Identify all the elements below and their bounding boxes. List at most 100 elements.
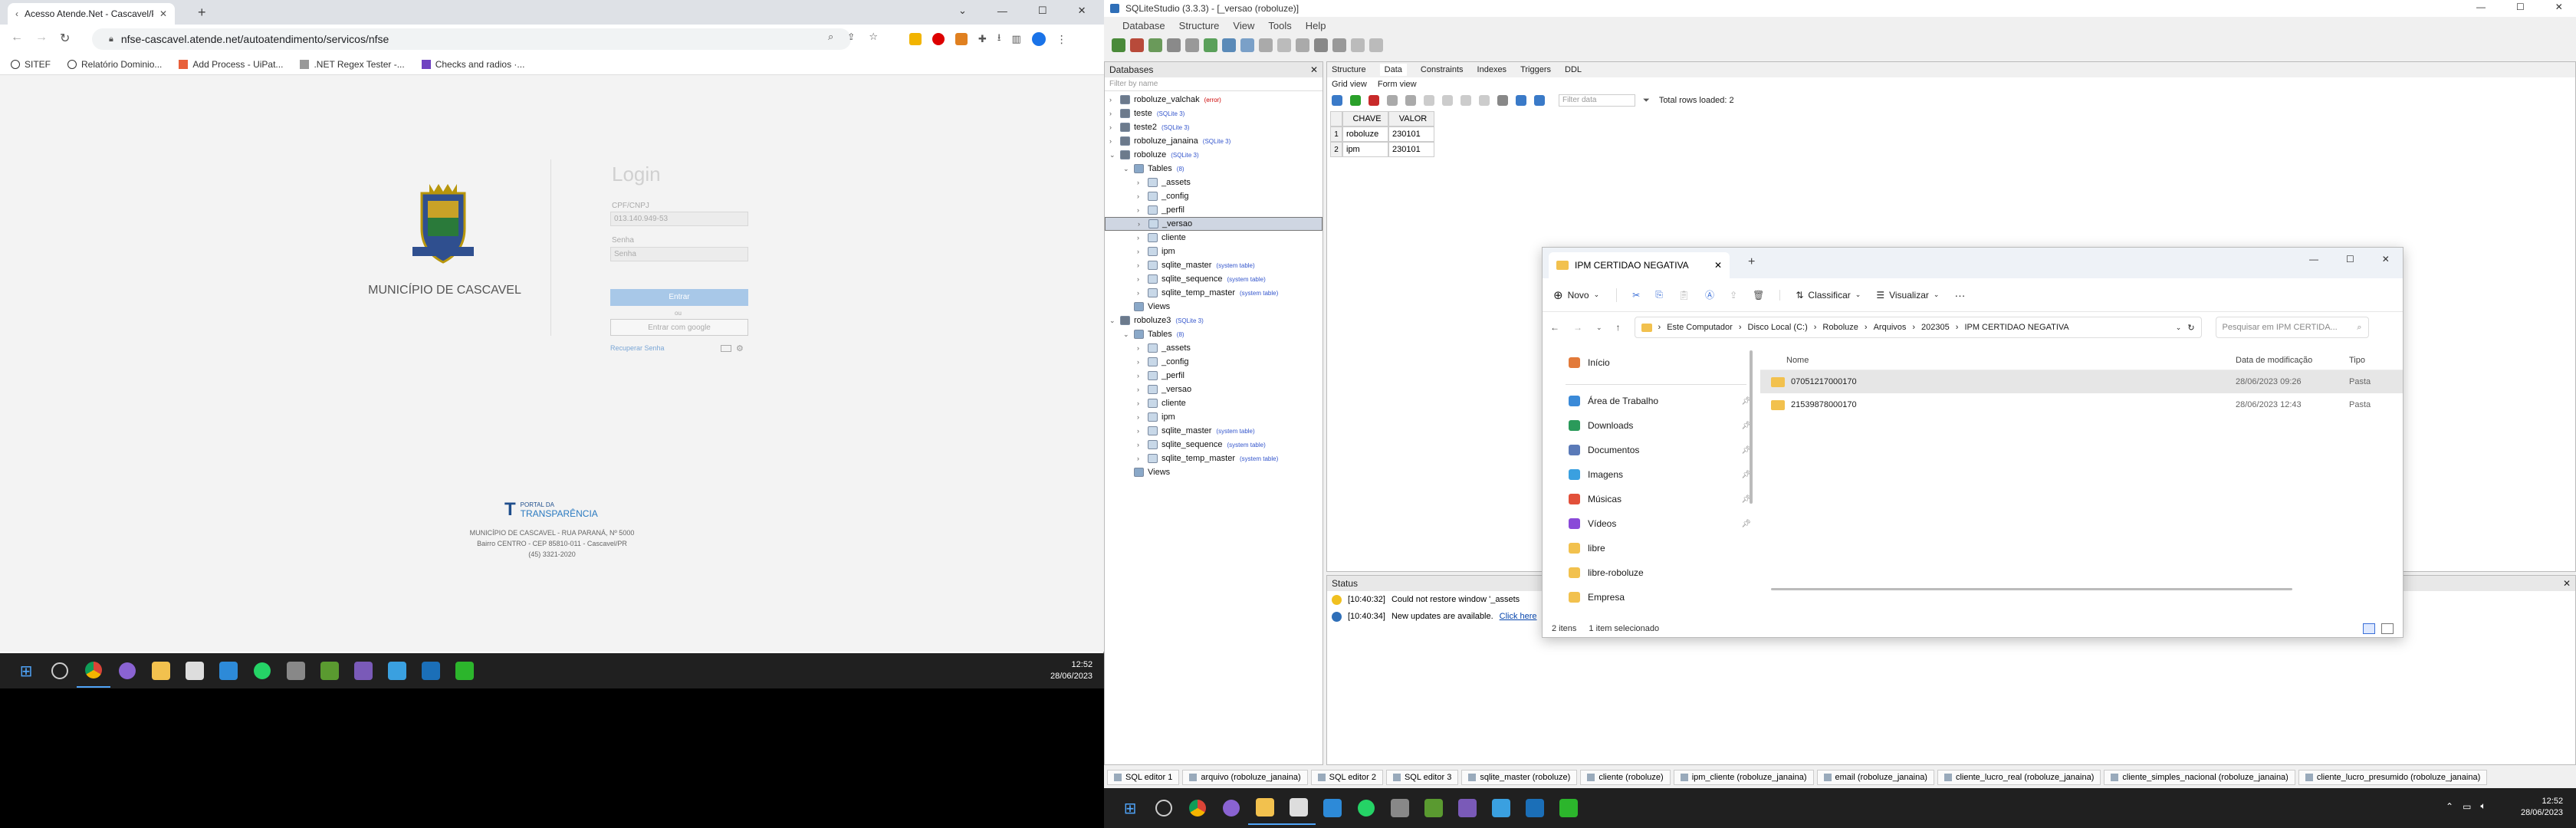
search-input[interactable]: Pesquisar em IPM CERTIDA... ⌕ [2215, 317, 2369, 338]
remove-db-icon[interactable] [1185, 38, 1199, 52]
star-icon[interactable]: ☆ [869, 31, 878, 43]
extension-icon[interactable] [955, 33, 968, 45]
new-button[interactable]: ⊕ Novo ⌄ [1553, 288, 1618, 302]
tree-item[interactable]: › _versao [1105, 383, 1322, 396]
chevron-right-icon[interactable]: › [1137, 455, 1148, 462]
chevron-right-icon[interactable]: › [1137, 372, 1148, 380]
taskbar-app[interactable] [414, 654, 448, 688]
chevron-down-icon[interactable]: ⌄ [1123, 165, 1134, 173]
chevron-right-icon[interactable]: › [1137, 234, 1148, 242]
puzzle-icon[interactable]: ✚ [978, 33, 987, 45]
refresh-icon[interactable] [1204, 38, 1217, 52]
window-cascade-icon[interactable] [1369, 38, 1383, 52]
tab-indexes[interactable]: Indexes [1477, 65, 1507, 74]
connect-db-icon[interactable] [1112, 38, 1125, 52]
horizontal-scrollbar[interactable] [1771, 588, 2292, 590]
tab-constraints[interactable]: Constraints [1421, 65, 1464, 74]
breadcrumb-item[interactable]: Este Computador [1667, 323, 1733, 332]
commit-icon[interactable] [1387, 95, 1398, 106]
table-edit-icon[interactable] [1240, 38, 1254, 52]
chevron-right-icon[interactable]: › [1137, 275, 1148, 283]
table-icon[interactable] [1222, 38, 1236, 52]
taskbar-app[interactable] [1552, 791, 1585, 825]
maximize-icon[interactable]: ☐ [2516, 2, 2525, 12]
tree-item[interactable]: › _perfil [1105, 369, 1322, 383]
menu-tools[interactable]: Tools [1268, 20, 1291, 31]
chevron-up-icon[interactable]: ⌃ [2446, 801, 2453, 812]
tiles-view-icon[interactable] [2381, 623, 2394, 634]
chevron-right-icon[interactable]: › [1137, 206, 1148, 214]
filter-icon[interactable]: ⏷ [1643, 96, 1650, 106]
tree-item[interactable]: › _assets [1105, 341, 1322, 355]
filter-data-input[interactable]: Filter data [1559, 94, 1635, 107]
tree-item[interactable]: › ipm [1105, 245, 1322, 258]
first-page-icon[interactable] [1424, 95, 1434, 106]
trigger-icon[interactable] [1277, 38, 1291, 52]
taskbar-app[interactable] [1451, 791, 1484, 825]
view-icon[interactable] [1296, 38, 1309, 52]
search-icon[interactable]: ⌕ [828, 31, 833, 43]
login-button[interactable]: Entrar [610, 289, 748, 306]
view-button[interactable]: ☰ Visualizar ⌄ [1876, 290, 1939, 301]
bookmark-item[interactable]: .NET Regex Tester -... [300, 59, 405, 70]
password-input[interactable]: Senha [610, 247, 748, 261]
menu-icon[interactable]: ⋮ [1056, 33, 1067, 46]
nav-item[interactable]: Imagens 📌︎ [1543, 462, 1754, 487]
taskbar-app[interactable] [380, 654, 414, 688]
sql-editor-icon[interactable] [1314, 38, 1328, 52]
recent-icon[interactable]: ⌄ [1596, 324, 1602, 332]
close-icon[interactable]: ✕ [2563, 578, 2571, 589]
cpf-input[interactable]: 013.140.949-53 [610, 212, 748, 226]
window-tab[interactable]: cliente_simples_nacional (roboluze_janai… [2104, 770, 2295, 785]
chevron-right-icon[interactable]: › [1137, 358, 1148, 366]
taskbar-app[interactable] [77, 654, 110, 688]
breadcrumb-item[interactable]: Disco Local (C:) [1748, 323, 1808, 332]
close-icon[interactable]: ✕ [1310, 64, 1318, 75]
close-icon[interactable]: ✕ [1078, 5, 1086, 17]
chevron-down-icon[interactable]: ⌄ [1109, 317, 1120, 325]
cell[interactable]: roboluze [1342, 127, 1388, 142]
transparency-portal-logo[interactable]: T PORTAL DA TRANSPARÊNCIA [504, 499, 598, 521]
more-icon[interactable]: ··· [1954, 289, 1965, 301]
up-icon[interactable]: ↑ [1616, 322, 1621, 333]
file-row[interactable]: 07051217000170 28/06/2023 09:26 Pasta [1760, 370, 2403, 393]
share-icon[interactable]: ⇪ [847, 31, 855, 42]
tree-item[interactable]: › _config [1105, 189, 1322, 203]
tree-item[interactable]: ⌄ Tables (8) [1105, 162, 1322, 176]
taskbar-app[interactable] [1181, 791, 1214, 825]
forward-icon[interactable]: → [35, 31, 48, 44]
refresh-icon[interactable] [1332, 95, 1342, 106]
tree-item[interactable]: › roboluze_valchak (error) [1105, 93, 1322, 107]
minimize-icon[interactable]: — [997, 5, 1007, 17]
tab-triggers[interactable]: Triggers [1520, 65, 1551, 74]
taskbar-app[interactable] [1248, 791, 1282, 825]
window-tab[interactable]: SQL editor 1 [1107, 770, 1180, 785]
window-tile-icon[interactable] [1351, 38, 1365, 52]
menu-view[interactable]: View [1233, 20, 1254, 31]
start-button[interactable]: ⊞ [9, 654, 43, 688]
chevron-right-icon[interactable]: › [1137, 413, 1148, 421]
tree-item[interactable]: ⌄ Tables (8) [1105, 327, 1322, 341]
chevron-down-icon[interactable]: ⌄ [958, 5, 967, 17]
last-page-icon[interactable] [1479, 95, 1490, 106]
window-tab[interactable]: SQL editor 2 [1310, 770, 1383, 785]
breadcrumb-item[interactable]: IPM CERTIDAO NEGATIVA [1964, 323, 2068, 332]
window-tab[interactable]: sqlite_master (roboluze) [1461, 770, 1578, 785]
minimize-icon[interactable]: — [2476, 2, 2486, 12]
chevron-right-icon[interactable]: › [1109, 137, 1120, 145]
bookmark-item[interactable]: Checks and radios ·... [421, 59, 524, 70]
cell[interactable]: 230101 [1388, 142, 1434, 157]
gear-icon[interactable]: ⚙ [736, 343, 744, 353]
explorer-tab[interactable]: IPM CERTIDAO NEGATIVA ✕ [1549, 252, 1730, 278]
paste-icon[interactable]: 📋︎ [1678, 290, 1690, 301]
tree-item[interactable]: Views [1105, 465, 1322, 479]
sort-button[interactable]: ⇅ Classificar ⌄ [1796, 290, 1861, 301]
taskbar-app[interactable] [178, 654, 212, 688]
breadcrumb-item[interactable]: Roboluze [1822, 323, 1858, 332]
edit-db-icon[interactable] [1167, 38, 1181, 52]
chevron-right-icon[interactable]: › [1137, 192, 1148, 200]
chevron-right-icon[interactable]: › [1137, 441, 1148, 449]
tree-item[interactable]: › _versao [1105, 217, 1322, 231]
minimize-icon[interactable]: — [2309, 254, 2318, 264]
delete-icon[interactable]: 🗑︎ [1753, 289, 1781, 301]
